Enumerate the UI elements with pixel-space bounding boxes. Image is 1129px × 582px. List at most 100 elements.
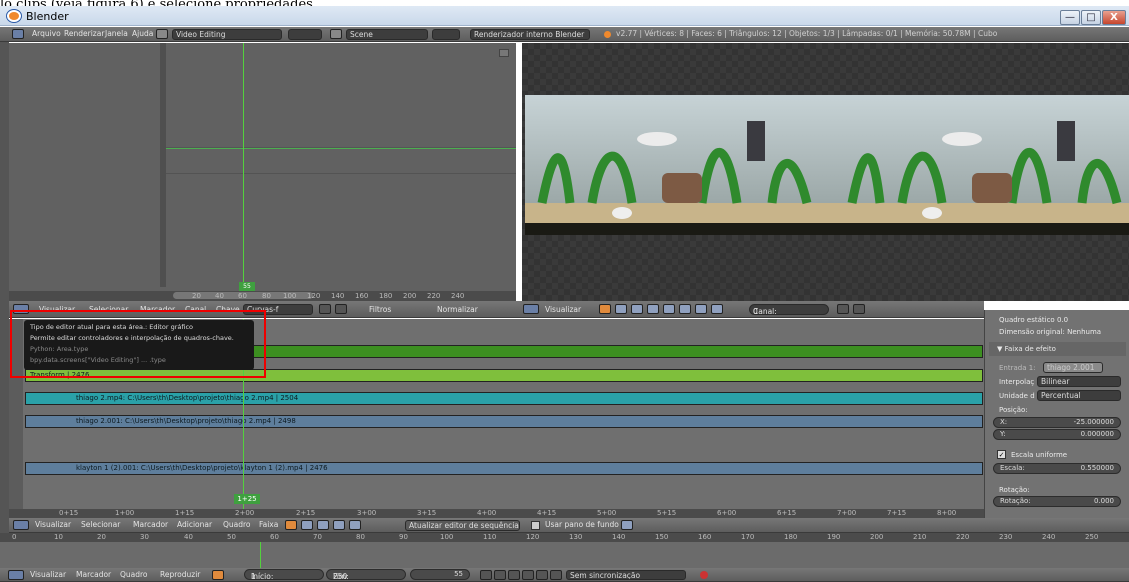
sync-mode-select[interactable]: Sem sincronização [566,570,686,580]
seq-display-icon[interactable] [837,304,849,314]
tl-menu-quadro[interactable]: Quadro [120,570,148,579]
channel-field[interactable]: Canal: 0 [749,304,829,315]
rotation-field[interactable]: Rotação: 0.000 [993,496,1121,507]
layout-add-remove[interactable] [288,29,322,40]
interpolation-select[interactable]: Bilinear [1037,376,1121,387]
tl-tick: 50 [227,533,236,541]
graph-ghost-icon[interactable] [335,304,347,314]
seq-tick: 3+15 [417,509,437,517]
effect-strip-panel-header[interactable]: ▼ Faixa de efeito [989,342,1126,356]
video-strip[interactable]: thiago 2.001: C:\Users\th\Desktop\projet… [25,415,983,428]
seq2-tool-icon[interactable] [349,520,361,530]
next-keyframe-icon[interactable] [536,570,548,580]
filters-toggle[interactable]: Filtros [369,305,391,314]
jump-start-icon[interactable] [480,570,492,580]
menu-janela[interactable]: Janela [105,29,128,38]
seq2-menu-visualizar[interactable]: Visualizar [35,520,71,529]
graph-filter-icon[interactable] [319,304,331,314]
tl-menu-reproduzir[interactable]: Reproduzir [160,570,200,579]
blender-logo-icon [7,10,21,22]
refresh-sequencer-button[interactable]: Atualizar editor de sequências [405,520,520,531]
scale-field[interactable]: Escala: 0.550000 [993,463,1121,474]
seq2-tool-icon[interactable] [285,520,297,530]
seq-tool-icon[interactable] [679,304,691,314]
scene-add-remove[interactable] [432,29,460,40]
editor-type-icon[interactable] [12,29,24,39]
seq-tool-icon[interactable] [599,304,611,314]
scene-icon[interactable] [330,29,342,39]
current-frame-field[interactable]: 55 [410,569,470,580]
play-icon[interactable] [522,570,534,580]
timeline-editor-type-button[interactable] [8,570,24,580]
minimize-button[interactable]: — [1060,10,1080,25]
graph-tick: 20 [192,292,201,300]
tl-tick: 210 [913,533,927,541]
position-x-field[interactable]: X: -25.000000 [993,417,1121,428]
seq2-tool-icon[interactable] [301,520,313,530]
backdrop-checkbox[interactable] [531,521,540,530]
position-y-field[interactable]: Y: 0.000000 [993,429,1121,440]
graph-corner-icon[interactable] [499,49,509,57]
seq-menu-visualizar[interactable]: Visualizar [545,305,581,314]
seq2-menu-quadro[interactable]: Quadro [223,520,251,529]
normalize-toggle[interactable]: Normalizar [437,305,478,314]
info-header: Arquivo Renderizar Janela Ajuda Video Ed… [0,27,1129,42]
layout-icon[interactable] [156,29,168,39]
input-field[interactable]: thiago 2.001 [1043,362,1103,373]
seq2-menu-selecionar[interactable]: Selecionar [81,520,120,529]
seq-tool-icon[interactable] [663,304,675,314]
graph-tick: 160 [355,292,369,300]
sequencer-preview[interactable] [522,43,1129,301]
tl-tick: 110 [483,533,497,541]
unit-select[interactable]: Percentual [1037,390,1121,401]
seq-tick: 5+15 [657,509,677,517]
seq-tick: 1+00 [115,509,135,517]
seq2-tool-icon[interactable] [317,520,329,530]
timeline-area[interactable] [0,542,1129,568]
scene-selector[interactable]: Scene [346,29,428,40]
render-engine-selector[interactable]: Renderizador interno Blender [470,29,590,40]
maximize-button[interactable]: □ [1081,10,1101,25]
seq-editor-type-button[interactable] [523,304,539,314]
video-strip[interactable]: klayton 1 (2).001: C:\Users\th\Desktop\p… [25,462,983,475]
tl-menu-visualizar[interactable]: Visualizar [30,570,66,579]
seq-tool-icon[interactable] [647,304,659,314]
tl-tick: 170 [741,533,755,541]
tl-menu-marcador[interactable]: Marcador [76,570,111,579]
seq2-menu-faixa[interactable]: Faixa [259,520,278,529]
video-strip[interactable]: thiago 2.mp4: C:\Users\th\Desktop\projet… [25,392,983,405]
seq-current-frame-badge: 1+25 [234,494,260,504]
backdrop-icon[interactable] [621,520,633,530]
left-edge [0,42,9,582]
prev-keyframe-icon[interactable] [494,570,506,580]
unit-label: Unidade d [999,392,1035,400]
start-frame-field[interactable]: Início: 1 [244,569,324,581]
seq2-editor-type-button[interactable] [13,520,29,530]
seq-tool-icon[interactable] [615,304,627,314]
uniform-scale-checkbox[interactable]: ✓ [997,450,1006,459]
seq2-menu-marcador[interactable]: Marcador [133,520,168,529]
input-label: Entrada 1: [999,364,1036,372]
jump-end-icon[interactable] [550,570,562,580]
tl-tick: 120 [526,533,540,541]
graph-tick: 140 [331,292,345,300]
graph-editor[interactable]: 55 [9,43,516,291]
preview-range-icon[interactable] [212,570,224,580]
seq-tool-icon[interactable] [631,304,643,314]
seq-tool-icon[interactable] [695,304,707,314]
close-window-button[interactable]: X [1102,10,1126,25]
menu-renderizar[interactable]: Renderizar [64,29,104,38]
play-reverse-icon[interactable] [508,570,520,580]
sequence-ruler: 0+15 1+00 1+15 2+00 2+15 3+00 3+15 4+00 … [9,509,984,518]
menu-ajuda[interactable]: Ajuda [132,29,153,38]
graph-tick: 200 [403,292,417,300]
seq2-tool-icon[interactable] [333,520,345,530]
layout-selector[interactable]: Video Editing [172,29,282,40]
record-icon[interactable] [700,571,708,579]
end-frame-field[interactable]: Fim: 250 [326,569,406,581]
seq-display-icon[interactable] [853,304,865,314]
seq-tool-icon[interactable] [711,304,723,314]
seq2-menu-adicionar[interactable]: Adicionar [177,520,212,529]
menu-arquivo[interactable]: Arquivo [32,29,61,38]
original-dimension-text: Dimensão original: Nenhuma [999,328,1102,336]
